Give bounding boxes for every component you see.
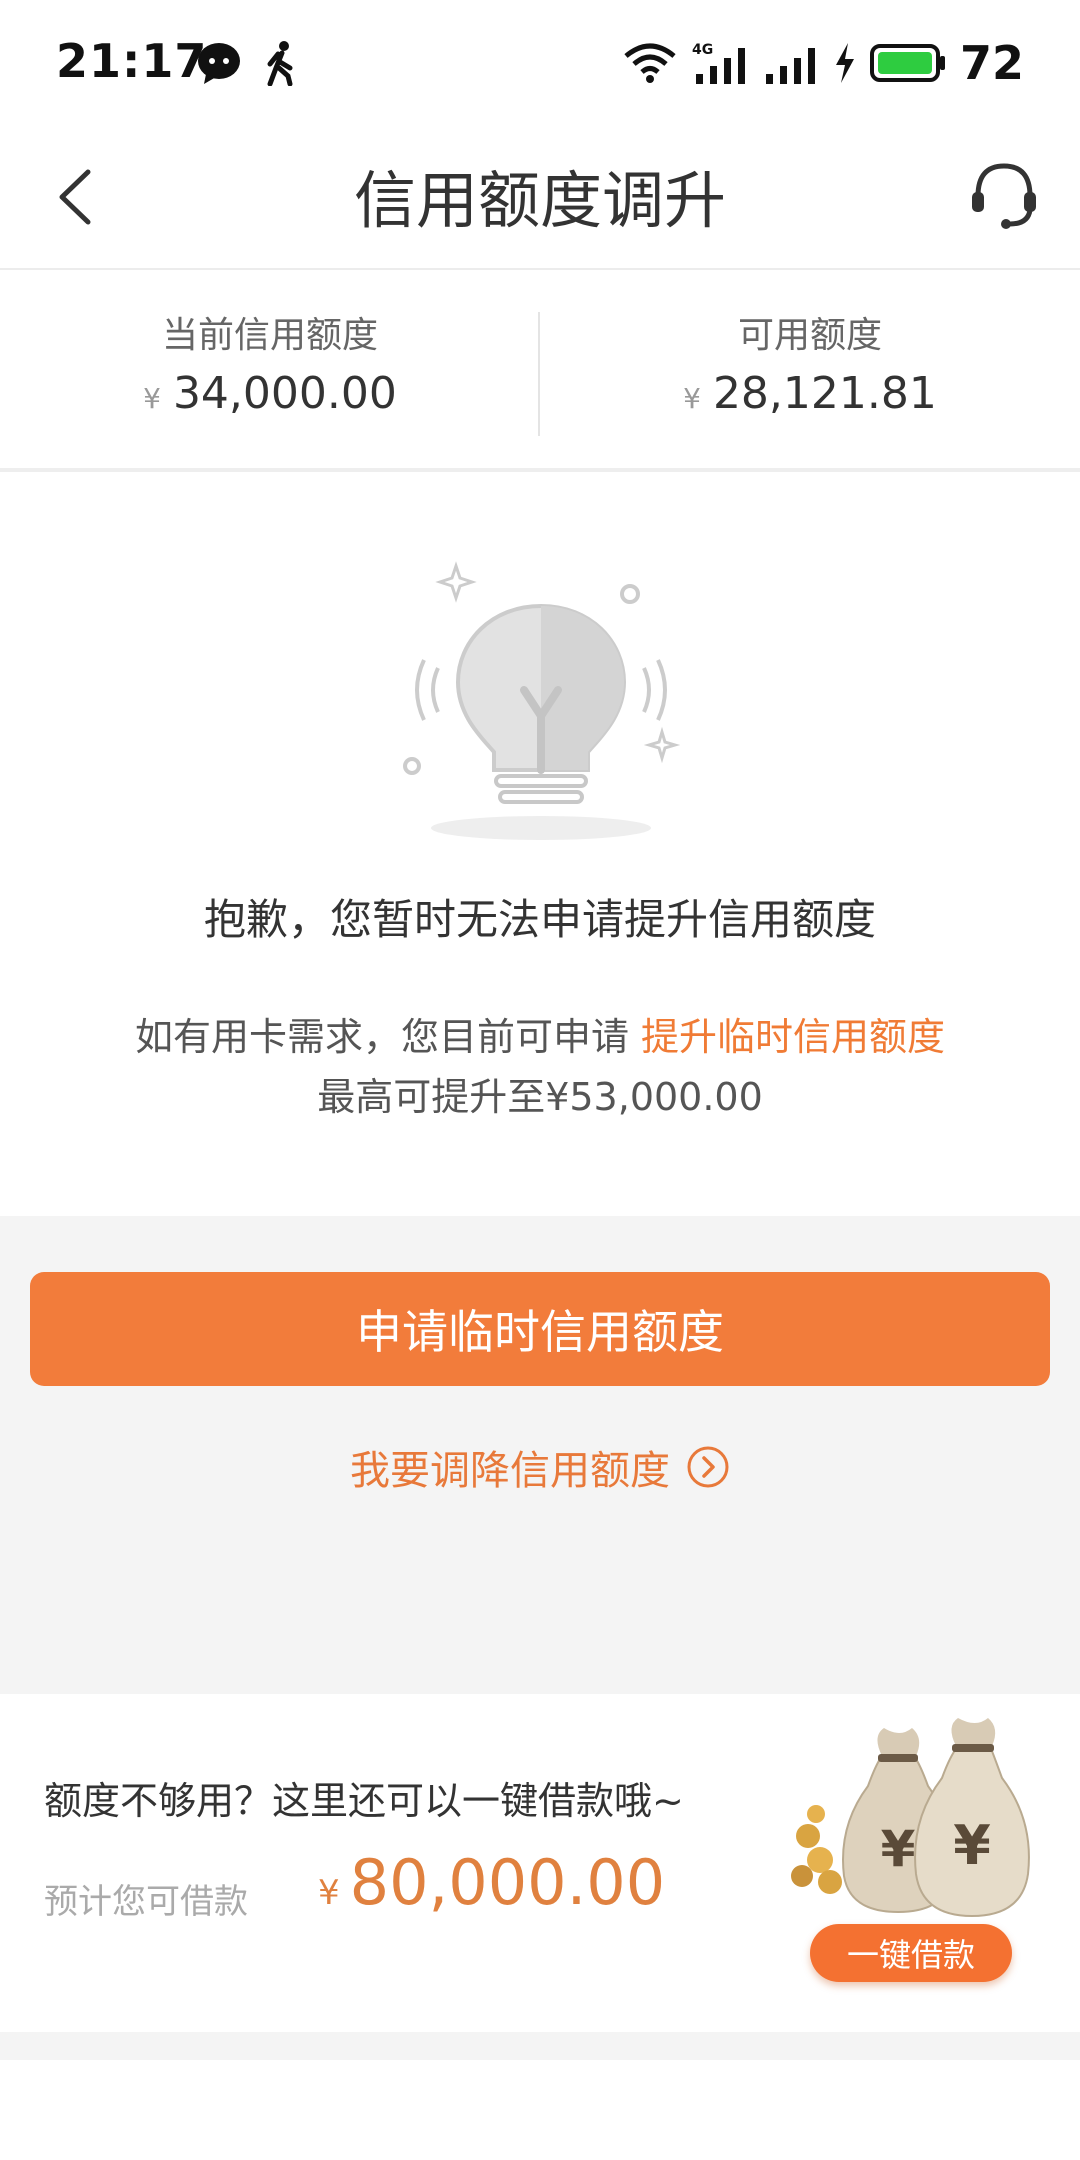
credit-summary: 当前信用额度 ¥34,000.00 可用额度 ¥28,121.81: [0, 272, 1080, 472]
notice-message-text: 如有用卡需求，您目前可申请: [134, 1015, 642, 1059]
walking-icon: [267, 41, 293, 86]
wifi-icon: [624, 43, 676, 83]
battery-level: 72: [959, 36, 1024, 90]
status-right-icons: 4G 72: [622, 36, 1024, 90]
temporary-limit-link[interactable]: 提升临时信用额度: [641, 1015, 945, 1059]
chat-bubble-icon: [198, 43, 240, 84]
loan-promo-card: 额度不够用？这里还可以一键借款哦~ 预计您可借款 ¥80,000.00 ¥ ¥ …: [0, 1696, 1080, 2032]
battery-icon: [869, 44, 945, 82]
max-increase-text: 最高可提升至¥53,000.00: [317, 1075, 763, 1119]
bottom-strip: [0, 2032, 1080, 2060]
reduce-credit-limit-link[interactable]: 我要调降信用额度: [0, 1438, 1080, 1496]
headset-icon: [972, 163, 1036, 229]
current-credit-limit: 当前信用额度 ¥34,000.00: [0, 306, 540, 419]
available-credit: 可用额度 ¥28,121.81: [540, 306, 1080, 419]
page-title: 信用额度调升: [353, 164, 726, 237]
notice-title: 抱歉，您暂时无法申请提升信用额度: [203, 895, 876, 944]
apply-temporary-limit-button[interactable]: 申请临时信用额度: [30, 1272, 1050, 1386]
svg-text:¥: ¥: [881, 1820, 916, 1878]
current-credit-value: 34,000.00: [172, 368, 397, 419]
currency-symbol: ¥: [683, 382, 701, 415]
chevron-circle-right-icon: [687, 1446, 729, 1488]
app-header: 信用额度调升: [0, 124, 1080, 270]
loan-promo-text: 额度不够用？这里还可以一键借款哦~: [44, 1779, 684, 1823]
charging-icon: [835, 43, 854, 83]
estimated-loan-amount-row: ¥80,000.00: [318, 1846, 665, 1919]
available-credit-value: 28,121.81: [712, 368, 937, 419]
current-credit-label: 当前信用额度: [161, 315, 378, 356]
money-bags-icon: ¥ ¥: [791, 1718, 1030, 1918]
status-left-icons: [196, 40, 302, 86]
currency-symbol: ¥: [143, 382, 161, 415]
svg-text:4G: 4G: [692, 42, 713, 58]
svg-text:¥: ¥: [953, 1814, 991, 1877]
lightbulb-icon: [403, 561, 681, 840]
signal-icon: [765, 48, 815, 84]
notice-section: 抱歉，您暂时无法申请提升信用额度 如有用卡需求，您目前可申请 提升临时信用额度 …: [0, 476, 1080, 1216]
estimated-loan-label: 预计您可借款: [44, 1882, 248, 1922]
signal-4g-icon: 4G: [692, 42, 745, 84]
estimated-loan-amount: 80,000.00: [349, 1846, 666, 1919]
notice-message: 如有用卡需求，您目前可申请 提升临时信用额度: [0, 1006, 1080, 1061]
reduce-credit-limit-label: 我要调降信用额度: [350, 1448, 670, 1494]
status-bar: 21:17 4G 72: [0, 0, 1080, 124]
currency-symbol: ¥: [318, 1873, 340, 1913]
available-credit-value-row: ¥28,121.81: [540, 368, 1080, 419]
current-credit-value-row: ¥34,000.00: [0, 368, 540, 419]
one-click-borrow-button[interactable]: 一键借款: [810, 1924, 1012, 1982]
action-area: 申请临时信用额度 我要调降信用额度: [0, 1216, 1080, 1694]
status-time: 21:17: [56, 34, 208, 88]
available-credit-label: 可用额度: [737, 315, 882, 356]
customer-service-button[interactable]: [964, 154, 1044, 234]
